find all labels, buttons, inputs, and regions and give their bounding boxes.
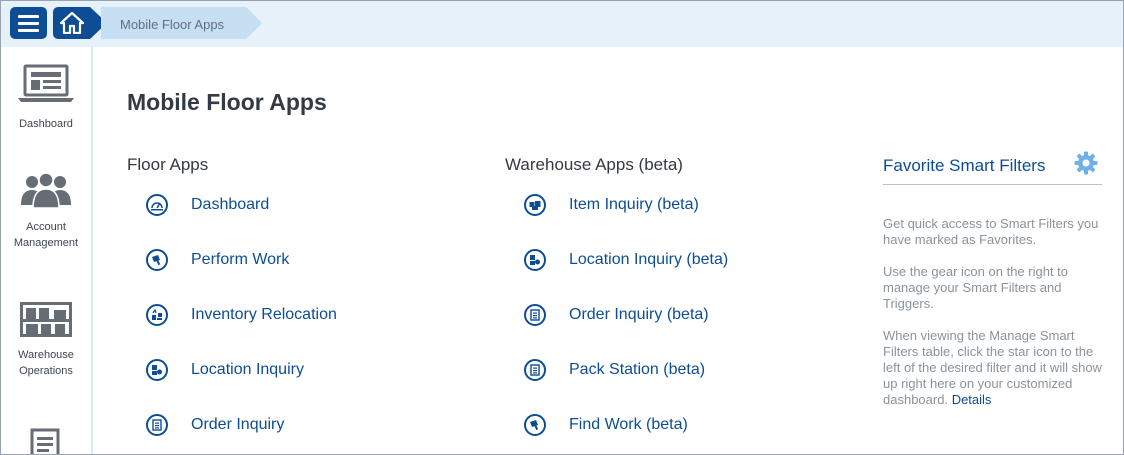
breadcrumb-label: Mobile Floor Apps — [120, 17, 225, 32]
app-link-label: Order Inquiry — [191, 416, 285, 433]
app-link-label: Order Inquiry (beta) — [569, 306, 709, 323]
top-bar: Mobile Floor Apps — [1, 1, 1123, 47]
app-link-label: Location Inquiry — [191, 361, 304, 378]
app-link-pack-station-beta[interactable]: Pack Station (beta) — [524, 359, 705, 381]
favorites-star-help-body: When viewing the Manage Smart Filters ta… — [883, 328, 1102, 407]
laptop-dashboard-icon — [18, 64, 74, 102]
pack-station-icon — [524, 359, 546, 381]
favorites-gear-help-text: Use the gear icon on the right to manage… — [883, 264, 1069, 311]
sidebar-item-label: Warehouse — [18, 349, 74, 361]
sidebar-item-documents[interactable] — [1, 427, 91, 454]
scanner-icon — [146, 249, 168, 271]
app-link-find-work-beta[interactable]: Find Work (beta) — [524, 414, 688, 436]
order-icon — [524, 304, 546, 326]
warehouse-apps-heading: Warehouse Apps (beta) — [505, 155, 683, 174]
details-link[interactable]: Details — [952, 392, 992, 407]
menu-line — [18, 28, 39, 32]
relocation-icon — [146, 304, 168, 326]
app-link-location-inquiry[interactable]: Location Inquiry — [146, 359, 304, 381]
app-link-item-inquiry[interactable]: Item Inquiry (beta) — [524, 194, 699, 216]
location-icon — [146, 359, 168, 381]
home-button[interactable] — [53, 7, 90, 39]
floor-apps-heading: Floor Apps — [127, 155, 209, 174]
gear-icon[interactable] — [1074, 151, 1098, 175]
users-icon — [21, 172, 71, 209]
dashboard-gauge-icon — [146, 194, 168, 216]
sidebar-item-label: Account — [26, 221, 66, 233]
sidebar-item-account-management[interactable]: Account Management — [1, 171, 91, 251]
app-link-location-inquiry-beta[interactable]: Location Inquiry (beta) — [524, 249, 728, 271]
favorite-smart-filters-heading: Favorite Smart Filters — [883, 156, 1046, 175]
app-link-label: Item Inquiry (beta) — [569, 196, 699, 213]
document-icon — [30, 428, 60, 454]
app-link-perform-work[interactable]: Perform Work — [146, 249, 289, 271]
app-link-label: Perform Work — [191, 251, 290, 268]
sidebar-item-dashboard[interactable]: Dashboard — [1, 63, 91, 132]
sidebar-item-label: Management — [13, 237, 79, 249]
menu-line — [18, 21, 39, 25]
home-icon — [59, 12, 84, 34]
menu-line — [18, 14, 39, 18]
app-link-inventory-relocation[interactable]: Inventory Relocation — [146, 304, 337, 326]
favorites-intro-text: Get quick access to Smart Filters you ha… — [883, 216, 1099, 247]
app-link-label: Dashboard — [191, 196, 270, 213]
order-icon — [146, 414, 168, 436]
app-link-label: Find Work (beta) — [569, 416, 688, 433]
app-link-label: Pack Station (beta) — [569, 361, 706, 378]
sidebar: Dashboard Account Management Warehouse O… — [1, 47, 93, 454]
app-link-label: Inventory Relocation — [191, 306, 337, 323]
warehouse-shelf-icon — [20, 302, 72, 337]
favorites-star-help-text: When viewing the Manage Smart Filters ta… — [883, 328, 1105, 408]
scanner-icon — [524, 414, 546, 436]
app-link-label: Location Inquiry (beta) — [569, 251, 729, 268]
app-window: Mobile Floor Apps Dashboard Account Mana… — [0, 0, 1124, 455]
app-link-dashboard[interactable]: Dashboard — [146, 194, 269, 216]
page-title: Mobile Floor Apps — [127, 89, 327, 115]
sidebar-item-warehouse-operations[interactable]: Warehouse Operations — [1, 299, 91, 379]
location-icon — [524, 249, 546, 271]
favorites-divider — [883, 184, 1102, 185]
app-link-order-inquiry[interactable]: Order Inquiry — [146, 414, 284, 436]
breadcrumb-arrow — [246, 7, 262, 39]
hamburger-menu-button[interactable] — [10, 7, 47, 39]
item-boxes-icon — [524, 194, 546, 216]
app-link-order-inquiry-beta[interactable]: Order Inquiry (beta) — [524, 304, 709, 326]
sidebar-item-label: Operations — [19, 365, 73, 377]
sidebar-item-label: Dashboard — [19, 118, 73, 130]
